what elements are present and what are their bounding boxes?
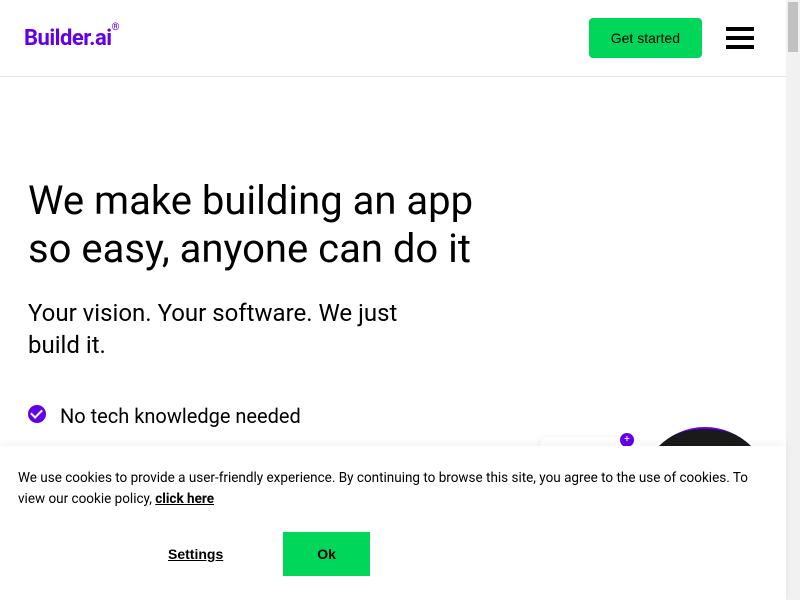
scrollbar-thumb[interactable] (788, 2, 798, 52)
feature-text: No tech knowledge needed (60, 402, 301, 430)
cookie-message: We use cookies to provide a user-friendl… (18, 468, 768, 510)
cookie-policy-link[interactable]: click here (155, 491, 214, 507)
header-actions: Get started (589, 18, 758, 58)
plus-icon: + (620, 433, 634, 447)
check-icon (28, 405, 46, 423)
scrollbar-track[interactable] (786, 0, 800, 600)
cookie-message-text: We use cookies to provide a user-friendl… (18, 470, 748, 507)
logo-text: Builder.ai (24, 26, 112, 51)
hero-subheading: Your vision. Your software. We just buil… (28, 297, 448, 362)
logo-registered-mark: ® (112, 22, 119, 33)
cookie-ok-button[interactable]: Ok (283, 532, 370, 576)
cookie-banner: We use cookies to provide a user-friendl… (0, 446, 786, 600)
hero-heading: We make building an app so easy, anyone … (28, 177, 488, 273)
get-started-button[interactable]: Get started (589, 18, 702, 58)
cookie-settings-button[interactable]: Settings (168, 546, 223, 562)
logo[interactable]: Builder.ai® (24, 26, 119, 51)
hamburger-line (726, 36, 754, 40)
feature-item: No tech knowledge needed (28, 402, 762, 430)
hamburger-line (726, 27, 754, 31)
hamburger-line (726, 45, 754, 49)
menu-icon[interactable] (722, 23, 758, 53)
site-header: Builder.ai® Get started (0, 0, 786, 77)
cookie-actions: Settings Ok (18, 532, 768, 576)
